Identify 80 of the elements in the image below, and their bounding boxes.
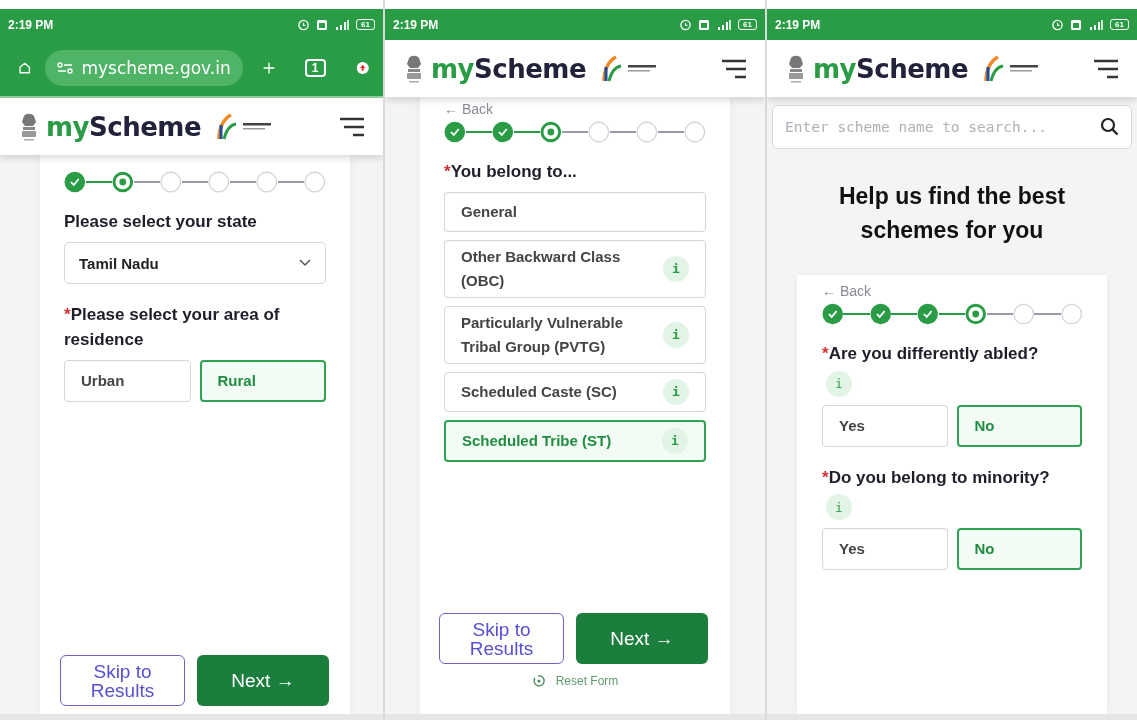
empty-step-icon <box>304 171 327 193</box>
question-label: *You belong to... <box>444 161 578 183</box>
option-label: Yes <box>839 539 865 559</box>
search-field[interactable]: Enter scheme name to search... <box>772 105 1132 149</box>
menu-icon[interactable] <box>1093 58 1119 79</box>
alarm-icon <box>1051 18 1065 31</box>
option-button[interactable]: No <box>956 528 1082 570</box>
signal-icon <box>1088 18 1105 31</box>
empty-step-icon <box>684 121 707 143</box>
option-label: Other Backward Class (OBC) <box>461 247 622 291</box>
tab-count-button[interactable]: 1 <box>304 59 326 77</box>
empty-step-icon <box>1060 303 1082 325</box>
option-label: No <box>974 415 995 436</box>
option-button[interactable]: Particularly Vulnerable Tribal Group (PVTG) i <box>444 306 706 364</box>
menu-icon[interactable] <box>721 58 747 79</box>
info-badge[interactable]: i <box>662 428 688 454</box>
info-badge[interactable]: i <box>826 494 852 520</box>
empty-step-icon <box>1012 303 1035 325</box>
question-label: *Do you belong to minority? <box>822 466 1051 489</box>
alarm-icon <box>679 18 693 31</box>
alarm-icon <box>297 18 311 31</box>
skip-button[interactable]: Skip to Results <box>60 655 185 706</box>
option-button[interactable]: General <box>444 192 706 232</box>
skip-button[interactable]: Skip to Results <box>439 613 564 664</box>
empty-step-icon <box>208 171 230 193</box>
empty-step-icon <box>636 121 658 143</box>
signal-icon <box>334 18 351 31</box>
option-label: Particularly Vulnerable Tribal Group (PVTG) <box>461 313 624 357</box>
address-bar[interactable]: myscheme.gov.in <box>45 50 243 86</box>
empty-step-icon <box>588 121 610 143</box>
option-label: Scheduled Tribe (ST) <box>462 431 612 451</box>
sim-icon <box>1070 18 1083 31</box>
option-button[interactable]: No <box>956 404 1082 447</box>
question-label: Please select your state <box>64 211 258 233</box>
option-label: Scheduled Caste (SC) <box>461 382 617 402</box>
back-link[interactable]: ← Back <box>822 283 1082 299</box>
info-badge[interactable]: i <box>663 256 689 282</box>
option-button[interactable]: Yes <box>822 528 948 570</box>
status-time: 2:19 PM <box>393 17 439 32</box>
site-logo[interactable]: myScheme <box>813 53 969 84</box>
option-button[interactable]: Urban <box>64 360 191 402</box>
signal-icon <box>716 18 733 31</box>
battery-indicator: 61 <box>1110 19 1129 30</box>
search-icon[interactable] <box>1100 117 1120 137</box>
battery-indicator: 61 <box>356 19 375 30</box>
page-heading: Help us find the best schemes for you <box>837 182 1067 245</box>
option-button[interactable]: Other Backward Class (OBC) i <box>444 240 706 298</box>
sim-icon <box>316 18 329 31</box>
question-label: *Please select your area of residence <box>64 304 281 351</box>
info-badge[interactable]: i <box>663 379 689 405</box>
reset-form-link[interactable]: Reset Form <box>555 674 619 688</box>
option-label: No <box>974 539 995 559</box>
site-settings-icon[interactable] <box>57 61 74 75</box>
info-badge[interactable]: i <box>663 322 689 348</box>
option-label: Urban <box>81 371 125 391</box>
option-label: General <box>461 202 517 222</box>
option-label: Yes <box>839 415 865 436</box>
sim-icon <box>698 18 711 31</box>
next-button[interactable]: Next → <box>576 613 708 664</box>
site-logo[interactable]: myScheme <box>46 111 202 142</box>
option-label: Rural <box>217 371 256 391</box>
next-button[interactable]: Next → <box>197 655 329 706</box>
option-button[interactable]: Yes <box>822 404 948 447</box>
chevron-down-icon <box>299 259 311 267</box>
info-badge[interactable]: i <box>826 370 852 397</box>
reset-icon[interactable] <box>531 674 546 688</box>
url-text: myscheme.gov.in <box>81 58 231 78</box>
battery-indicator: 61 <box>738 19 757 30</box>
option-button[interactable]: Scheduled Tribe (ST) i <box>444 420 706 462</box>
menu-icon[interactable] <box>339 116 365 137</box>
empty-step-icon <box>256 171 278 193</box>
back-link[interactable]: ← Back <box>444 101 706 117</box>
option-button[interactable]: Rural <box>199 360 326 402</box>
status-time: 2:19 PM <box>775 17 821 32</box>
question-label: *Are you differently abled? <box>822 343 1040 365</box>
empty-step-icon <box>160 171 182 193</box>
state-dropdown[interactable]: Tamil Nadu <box>64 242 326 284</box>
status-time: 2:19 PM <box>8 17 54 32</box>
site-logo[interactable]: myScheme <box>431 53 587 84</box>
option-button[interactable]: Scheduled Caste (SC) i <box>444 372 706 412</box>
